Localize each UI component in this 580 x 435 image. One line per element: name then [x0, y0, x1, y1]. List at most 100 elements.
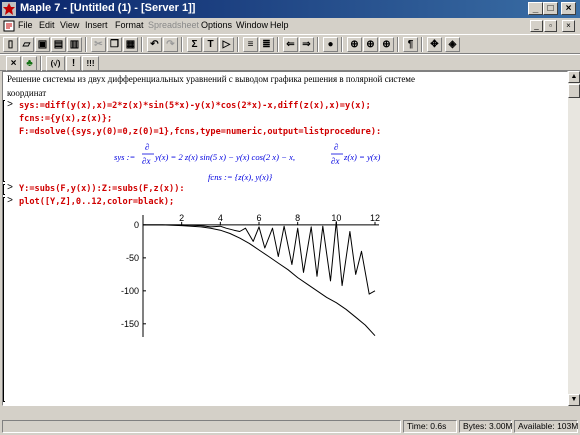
input-command[interactable]: sys:=diff(y(x),x)=2*z(x)*sin(5*x)-y(x)*c… [19, 101, 371, 111]
description-text: Решение системы из двух дифференциальных… [7, 74, 415, 84]
derivative-fraction: ∂ ∂x [331, 142, 343, 166]
menu-view[interactable]: View [60, 20, 79, 30]
stop-icon[interactable]: ● [323, 37, 338, 52]
maple-leaf-icon [2, 2, 16, 16]
child-minimize-button[interactable]: _ [530, 20, 543, 32]
status-available: Available: 103M [514, 420, 578, 433]
menu-window[interactable]: Window [236, 20, 268, 30]
open-icon[interactable]: ▱ [19, 37, 34, 52]
status-bar: Time: 0.6s Bytes: 3.00M Available: 103M [0, 418, 580, 435]
y-tick-label: -100 [121, 286, 139, 296]
toolbar-separator [341, 37, 343, 52]
status-message [2, 420, 401, 433]
paragraph-icon[interactable]: ¶ [403, 37, 418, 52]
x-tick-label: 2 [179, 213, 184, 223]
scroll-up-button[interactable]: ▲ [568, 71, 580, 83]
menu-options[interactable]: Options [201, 20, 232, 30]
toolbar-separator [40, 56, 42, 71]
output-sys-lhs: sys := [114, 152, 136, 162]
zoom-200-icon[interactable]: ⊕ [379, 37, 394, 52]
execute-all-button[interactable]: !!! [82, 56, 99, 71]
zoom-150-icon[interactable]: ⊕ [363, 37, 378, 52]
zoom-100-icon[interactable]: ⊕ [347, 37, 362, 52]
input-prompt: > [7, 196, 14, 207]
close-button[interactable]: × [561, 2, 576, 15]
toolbar-separator [317, 37, 319, 52]
maximize-button[interactable]: □ [543, 2, 558, 15]
child-close-button[interactable]: × [562, 20, 575, 32]
insert-prompt-icon[interactable]: ▷ [219, 37, 234, 52]
execution-group-bracket[interactable] [3, 197, 5, 402]
x-tick-label: 6 [256, 213, 261, 223]
document-icon[interactable] [3, 20, 15, 32]
expand-icon[interactable]: ✥ [427, 37, 442, 52]
vertical-scrollbar[interactable]: ▲ ▼ [568, 71, 580, 406]
series-line-1 [143, 224, 376, 337]
menu-format[interactable]: Format [115, 20, 144, 30]
toolbar-separator [421, 37, 423, 52]
derivative-fraction: ∂ ∂x [142, 142, 154, 166]
copy-icon[interactable]: ❐ [107, 37, 122, 52]
execution-group-bracket[interactable] [3, 184, 5, 195]
y-tick-label: -50 [126, 253, 139, 263]
toolbar-separator [237, 37, 239, 52]
toolbar-separator [181, 37, 183, 52]
title-bar: Maple 7 - [Untitled (1) - [Server 1]] _ … [0, 0, 580, 18]
output-sys-rhs1: y(x) = 2 z(x) sin(5 x) − y(x) cos(2 x) −… [155, 152, 296, 162]
close-x-icon[interactable]: × [6, 56, 21, 71]
menu-edit[interactable]: Edit [39, 20, 55, 30]
x-tick-label: 8 [295, 213, 300, 223]
scroll-down-button[interactable]: ▼ [568, 394, 580, 406]
outdent-icon[interactable]: ≣ [259, 37, 274, 52]
input-prompt: > [7, 183, 14, 194]
new-icon[interactable]: ▯ [3, 37, 18, 52]
child-restore-button[interactable]: ▫ [544, 20, 557, 32]
undo-icon[interactable]: ↶ [147, 37, 162, 52]
indent-icon[interactable]: ≡ [243, 37, 258, 52]
status-time: Time: 0.6s [403, 420, 457, 433]
y-tick-label: 0 [134, 220, 139, 230]
execution-group-bracket[interactable] [3, 100, 5, 182]
svg-text:∂: ∂ [145, 142, 149, 152]
redo-icon[interactable]: ↷ [163, 37, 178, 52]
forward-arrow-icon[interactable]: ⇒ [299, 37, 314, 52]
output-fcns: fcns := {z(x), y(x)} [208, 172, 273, 182]
text-mode-icon[interactable]: T [203, 37, 218, 52]
sigma-icon[interactable]: Σ [187, 37, 202, 52]
input-command[interactable]: fcns:={y(x),z(x)}; [19, 114, 112, 124]
menu-help[interactable]: Help [270, 20, 289, 30]
save-icon[interactable]: ▣ [35, 37, 50, 52]
svg-text:∂: ∂ [334, 142, 338, 152]
maple-leaf-button-icon[interactable]: ♣ [22, 56, 37, 71]
menu-insert[interactable]: Insert [85, 20, 108, 30]
input-command[interactable]: Y:=subs(F,y(x)):Z:=subs(F,z(x)): [19, 184, 185, 194]
input-command[interactable]: F:=dsolve({sys,y(0)=0,z(0)=1},fcns,type=… [19, 127, 381, 137]
svg-text:∂x: ∂x [331, 156, 339, 166]
main-toolbar: ▯ ▱ ▣ ▤ ▥ ✂ ❐ ▦ ↶ ↷ Σ T ▷ ≡ ≣ ⇐ ⇒ ● ⊕ ⊕ … [0, 34, 580, 54]
menu-file[interactable]: File [18, 20, 33, 30]
input-command[interactable]: plot([Y,Z],0..12,color=black); [19, 197, 174, 207]
svg-text:∂x: ∂x [142, 156, 150, 166]
context-toolbar: × ♣ (√) ! !!! [0, 54, 580, 71]
plot-output[interactable]: 2 4 6 8 10 120-50-100-150 [113, 212, 388, 347]
print-icon[interactable]: ▤ [51, 37, 66, 52]
worksheet[interactable]: Решение системы из двух дифференциальных… [2, 71, 568, 406]
restart-icon[interactable]: ◈ [445, 37, 460, 52]
scroll-thumb[interactable] [568, 84, 580, 98]
toolbar-separator [277, 37, 279, 52]
x-tick-label: 4 [218, 213, 223, 223]
paste-icon[interactable]: ▦ [123, 37, 138, 52]
menu-spreadsheet[interactable]: Spreadsheet [148, 20, 199, 30]
execute-button[interactable]: ! [66, 56, 81, 71]
cut-icon[interactable]: ✂ [91, 37, 106, 52]
toolbar-separator [85, 37, 87, 52]
window-title: Maple 7 - [Untitled (1) - [Server 1]] [20, 2, 196, 14]
back-arrow-icon[interactable]: ⇐ [283, 37, 298, 52]
print-preview-icon[interactable]: ▥ [67, 37, 82, 52]
toolbar-separator [141, 37, 143, 52]
status-bytes: Bytes: 3.00M [459, 420, 513, 433]
minimize-button[interactable]: _ [528, 2, 543, 15]
math-mode-button[interactable]: (√) [46, 56, 65, 71]
menu-bar: File Edit View Insert Format Spreadsheet… [0, 18, 580, 34]
series-line-2 [143, 221, 376, 295]
